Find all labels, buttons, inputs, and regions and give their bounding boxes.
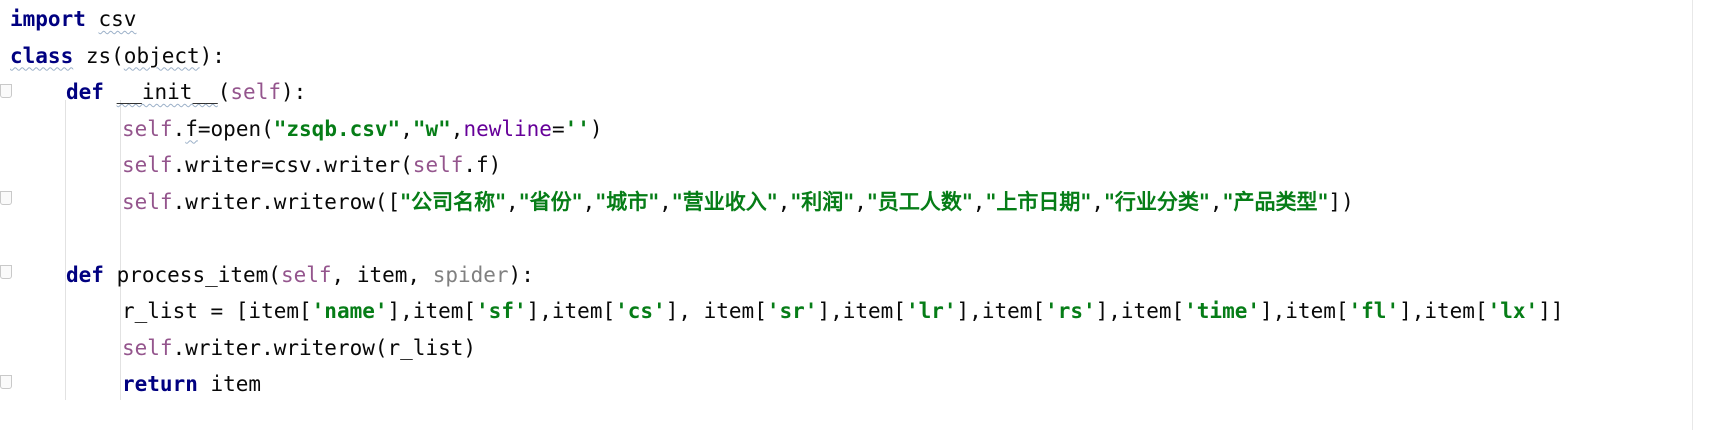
code-token: process_item( [103, 262, 281, 287]
code-line[interactable]: def __init__(self): [66, 74, 306, 110]
code-token: , [972, 189, 986, 214]
code-token: f [185, 116, 198, 141]
code-token: __init__ [116, 80, 218, 104]
code-token: .writer=csv.writer( [172, 153, 413, 177]
code-token: newline [463, 116, 552, 141]
indent-guide [65, 100, 66, 400]
code-token: , [506, 189, 519, 214]
code-token: ): [199, 43, 225, 68]
code-line[interactable]: return item [122, 366, 261, 402]
code-token: ],item[ [387, 299, 477, 323]
code-token: self [412, 153, 464, 177]
code-token: 'fl' [1348, 299, 1400, 323]
code-token: def [66, 262, 104, 287]
code-token: "w" [412, 116, 451, 141]
code-token: , [1091, 189, 1104, 214]
code-token: ): [280, 80, 307, 104]
code-token: "城市" [595, 189, 660, 214]
code-token: self [122, 189, 173, 214]
code-token: ],item[ [526, 299, 616, 323]
code-token: , [777, 189, 791, 214]
code-token: 'lr' [905, 299, 957, 323]
code-token: csv [98, 7, 137, 31]
code-token: .writer.writerow([ [172, 189, 401, 214]
fold-marker-icon[interactable] [0, 265, 12, 279]
right-margin-guide [1692, 0, 1693, 430]
code-line[interactable]: self.writer=csv.writer(self.f) [122, 147, 501, 183]
code-token: = [551, 116, 565, 141]
code-token: ) [589, 116, 603, 141]
code-token: "行业分类" [1103, 189, 1210, 214]
code-token: 'sr' [766, 299, 818, 323]
code-token: ],item[ [817, 299, 906, 323]
fold-marker-icon[interactable] [0, 84, 12, 98]
code-token: "营业收入" [671, 189, 778, 214]
code-token: 'sf' [476, 299, 527, 323]
code-token: self [122, 153, 173, 177]
code-line[interactable]: def process_item(self, item, spider): [66, 257, 534, 293]
code-token: .writer.writerow(r_list) [172, 335, 477, 360]
code-token: ], item[ [665, 299, 767, 323]
code-token: r_list = [item[ [122, 299, 312, 323]
code-token: self [280, 262, 332, 287]
code-token: spider [432, 262, 509, 287]
code-token: def [66, 80, 104, 104]
code-token: , [582, 189, 596, 214]
code-token: , [1209, 189, 1223, 214]
code-token: '' [564, 116, 590, 141]
code-token: self [230, 80, 281, 104]
code-token: , [450, 116, 464, 141]
code-token: import [10, 7, 86, 31]
code-token: item [197, 372, 262, 396]
code-token: "公司名称" [400, 189, 507, 214]
code-token: , item, [331, 262, 433, 287]
code-line[interactable]: r_list = [item['name'],item['sf'],item['… [122, 293, 1563, 329]
fold-marker-icon[interactable] [0, 375, 12, 389]
indent-guide [120, 100, 121, 400]
code-token: "利润" [790, 189, 855, 214]
code-token: , [400, 116, 413, 141]
code-token: "上市日期" [985, 189, 1092, 214]
code-token: "员工人数" [866, 189, 973, 214]
code-token: "产品类型" [1222, 189, 1329, 214]
code-token: , [659, 189, 672, 214]
code-line[interactable]: self.writer.writerow(["公司名称","省份","城市","… [122, 184, 1354, 220]
code-line[interactable]: self.writer.writerow(r_list) [122, 330, 476, 366]
code-token: object [123, 43, 200, 68]
code-token: ]] [1538, 299, 1564, 323]
code-token: ],item[ [956, 299, 1046, 323]
code-line[interactable]: class zs(object): [10, 38, 225, 74]
code-token: 'time' [1184, 299, 1260, 323]
code-line[interactable]: self.f=open("zsqb.csv","w",newline='') [122, 111, 603, 147]
code-token: zs( [73, 43, 124, 68]
code-token: "zsqb.csv" [273, 116, 401, 141]
code-token: 'lx' [1487, 299, 1539, 323]
code-token: 'name' [311, 299, 388, 323]
code-token: =open( [197, 116, 274, 141]
code-token: class [10, 43, 74, 68]
fold-marker-icon[interactable] [0, 191, 12, 205]
code-line[interactable]: import csv [10, 1, 136, 37]
code-token: ( [217, 80, 231, 104]
code-token: ],item[ [1399, 299, 1488, 323]
code-token: ],item[ [1260, 299, 1349, 323]
code-token: self [122, 116, 173, 141]
code-token: ],item[ [1095, 299, 1185, 323]
code-token: ]) [1328, 189, 1354, 214]
code-token: return [122, 372, 198, 396]
code-token: 'cs' [615, 299, 666, 323]
code-token: ): [508, 262, 534, 287]
code-token: , [854, 189, 867, 214]
code-token: . [172, 116, 186, 141]
code-token: self [122, 335, 173, 360]
code-token: "省份" [518, 189, 583, 214]
code-token: .f) [463, 153, 502, 177]
code-editor[interactable]: import csv class zs(object): def __init__(… [0, 0, 1725, 430]
code-token: 'rs' [1045, 299, 1096, 323]
